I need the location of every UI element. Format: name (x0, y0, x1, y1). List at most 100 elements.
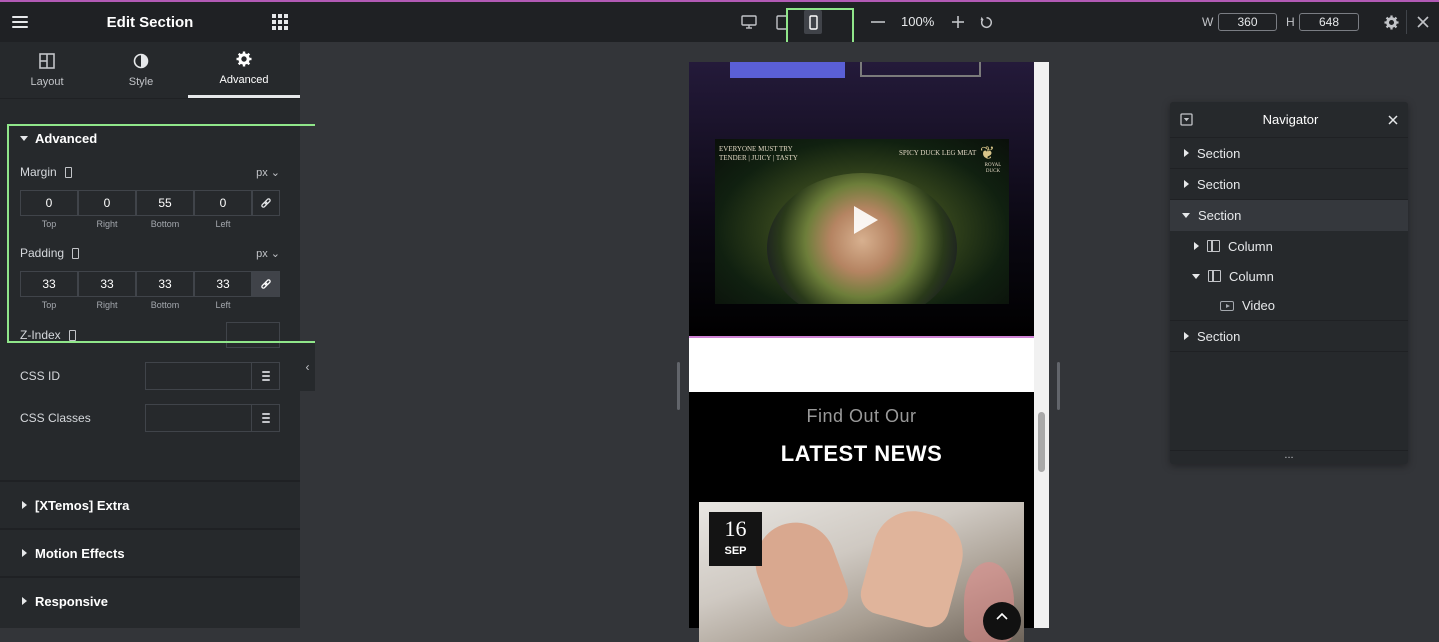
margin-dimensions: 0 0 55 0 (20, 190, 280, 216)
news-subtitle: Find Out Our (806, 406, 917, 426)
dim-label: Left (215, 219, 231, 229)
hero-section[interactable]: EVERYONE MUST TRY TENDER | JUICY | TASTY… (689, 62, 1034, 336)
dynamic-tags-button[interactable] (252, 362, 280, 390)
news-title: LATEST NEWS (780, 441, 943, 466)
video-icon (1220, 300, 1234, 311)
navigator-item-column[interactable]: Column (1170, 261, 1408, 291)
navigator-item-video[interactable]: Video (1170, 291, 1408, 321)
margin-top-input[interactable]: 0 (20, 190, 78, 216)
spacer-section[interactable] (689, 336, 1034, 392)
responsive-mobile-icon[interactable] (68, 329, 76, 341)
navigator-item-section[interactable]: Section (1170, 321, 1408, 352)
caret-right-icon (22, 501, 27, 509)
margin-label: Margin (20, 165, 57, 179)
dynamic-tags-button[interactable] (252, 404, 280, 432)
padding-bottom-input[interactable]: 33 (136, 271, 194, 297)
height-input[interactable]: 648 (1299, 13, 1359, 31)
tab-layout[interactable]: Layout (0, 42, 94, 98)
close-editor-button[interactable] (1414, 13, 1432, 31)
caret-right-icon[interactable] (1184, 180, 1189, 188)
padding-top-input[interactable]: 33 (20, 271, 78, 297)
navigator-resize-handle[interactable]: ... (1170, 450, 1408, 464)
padding-unit-select[interactable]: px ⌄ (256, 247, 280, 260)
gear-icon (236, 51, 252, 67)
menu-icon[interactable] (12, 16, 28, 28)
zoom-level: 100% (901, 14, 935, 29)
z-index-input[interactable] (226, 322, 280, 348)
caret-down-icon[interactable] (1192, 273, 1200, 279)
desktop-icon (741, 15, 757, 29)
brand-logo-text: ROYAL DUCK (984, 163, 1002, 174)
reset-zoom-button[interactable] (978, 13, 994, 31)
layout-icon (39, 52, 55, 69)
css-classes-input[interactable] (145, 404, 252, 432)
margin-unit-select[interactable]: px ⌄ (256, 166, 280, 179)
caret-right-icon (22, 597, 27, 605)
navigator-item-section[interactable]: Section (1170, 138, 1408, 169)
css-id-input[interactable] (145, 362, 252, 390)
preview-scrollbar-thumb[interactable] (1038, 412, 1045, 472)
collapse-panel-button[interactable]: ‹ (300, 343, 315, 391)
settings-button[interactable] (1382, 13, 1400, 31)
advanced-section-toggle[interactable]: Advanced (0, 119, 300, 157)
caret-right-icon[interactable] (1184, 149, 1189, 157)
video-text: SPICY DUCK LEG MEAT (899, 149, 977, 157)
zoom-out-button[interactable] (870, 13, 886, 31)
margin-link-button[interactable] (252, 190, 280, 216)
desktop-view-button[interactable] (740, 13, 758, 31)
zoom-in-button[interactable] (950, 13, 966, 31)
video-widget[interactable]: EVERYONE MUST TRY TENDER | JUICY | TASTY… (715, 139, 1009, 304)
navigator-item-section-selected[interactable]: Section (1170, 200, 1408, 231)
width-label: W (1202, 15, 1214, 29)
navigator-item-label: Column (1229, 268, 1274, 284)
resize-handle-left[interactable] (677, 362, 680, 410)
dim-label: Bottom (150, 219, 180, 229)
padding-right-input[interactable]: 33 (78, 271, 136, 297)
preview-scrollbar-track[interactable] (1034, 62, 1049, 628)
resize-handle-right[interactable] (1057, 362, 1060, 410)
close-icon[interactable] (1388, 114, 1398, 125)
width-input[interactable]: 360 (1218, 13, 1277, 31)
gear-icon (1383, 14, 1399, 30)
post-date-badge: 16 SEP (709, 512, 762, 566)
padding-left-input[interactable]: 33 (194, 271, 252, 297)
accordion-motion-effects[interactable]: Motion Effects (0, 528, 300, 576)
widgets-grid-icon[interactable] (272, 14, 288, 30)
hero-primary-button[interactable] (730, 62, 845, 78)
hero-secondary-button[interactable] (860, 62, 981, 77)
scroll-to-top-button[interactable] (983, 602, 1021, 640)
accordion-responsive[interactable]: Responsive (0, 576, 300, 624)
navigator-item-label: Section (1198, 208, 1242, 223)
collapse-all-icon[interactable] (1180, 113, 1193, 126)
column-icon (1207, 240, 1220, 252)
margin-left-input[interactable]: 0 (194, 190, 252, 216)
chevron-left-icon: ‹ (305, 360, 310, 374)
caret-right-icon[interactable] (1184, 332, 1189, 340)
date-day: 16 (724, 516, 747, 541)
play-icon[interactable] (854, 206, 878, 234)
section-title: Advanced (35, 130, 98, 146)
accordion-xtemos-extra[interactable]: [XTemos] Extra (0, 480, 300, 528)
navigator-header[interactable]: Navigator (1170, 102, 1408, 138)
caret-down-icon[interactable] (1182, 213, 1190, 218)
navigator-item-label: Section (1197, 328, 1241, 344)
navigator-item-column[interactable]: Column (1170, 231, 1408, 261)
responsive-mobile-icon[interactable] (72, 247, 80, 259)
padding-label: Padding (20, 246, 65, 260)
margin-bottom-input[interactable]: 55 (136, 190, 194, 216)
tab-style[interactable]: Style (94, 42, 188, 98)
mobile-view-button[interactable] (804, 10, 822, 34)
caret-right-icon[interactable] (1194, 242, 1199, 250)
tab-advanced[interactable]: Advanced (188, 42, 300, 98)
tab-label: Style (128, 75, 154, 88)
accordion-label: [XTemos] Extra (35, 497, 130, 513)
navigator-item-section[interactable]: Section (1170, 169, 1408, 200)
responsive-mobile-icon[interactable] (64, 166, 72, 178)
panel-title: Edit Section (106, 13, 194, 31)
tablet-view-button[interactable] (774, 13, 790, 31)
padding-link-button[interactable] (252, 271, 280, 297)
margin-right-input[interactable]: 0 (78, 190, 136, 216)
caret-down-icon (20, 135, 28, 141)
dim-label: Left (215, 300, 231, 310)
tablet-icon (776, 14, 788, 30)
